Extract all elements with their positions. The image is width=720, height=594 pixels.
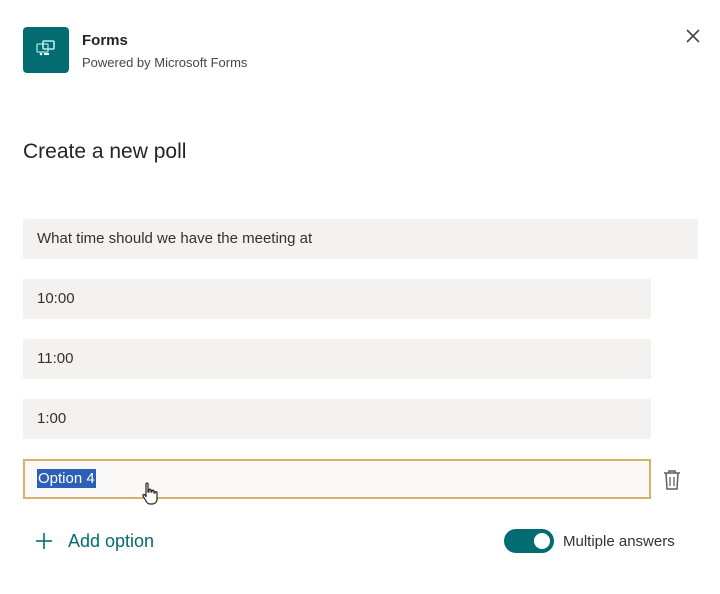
question-input[interactable]: What time should we have the meeting at [23, 219, 698, 259]
page-title: Create a new poll [23, 140, 187, 163]
close-button[interactable] [680, 23, 706, 49]
option-input-2[interactable]: 11:00 [23, 339, 651, 379]
hand-cursor-icon [142, 482, 158, 505]
forms-app-icon [23, 27, 69, 73]
option-text-2: 11:00 [37, 350, 74, 367]
add-option-button[interactable]: Add option [34, 527, 154, 555]
plus-icon [36, 533, 52, 549]
option-text-1: 10:00 [37, 290, 75, 307]
multiple-answers-setting: Multiple answers [504, 527, 675, 555]
option-input-1[interactable]: 10:00 [23, 279, 651, 319]
option-input-4[interactable]: Option 4 [23, 459, 651, 499]
option-input-3[interactable]: 1:00 [23, 399, 651, 439]
toggle-knob [534, 533, 550, 549]
multiple-answers-label: Multiple answers [563, 532, 675, 550]
app-subtitle: Powered by Microsoft Forms [82, 55, 248, 70]
add-option-label: Add option [68, 530, 155, 551]
trash-icon [664, 470, 680, 490]
delete-option-button[interactable] [661, 468, 683, 492]
multiple-answers-toggle[interactable] [504, 529, 554, 553]
close-icon [686, 29, 700, 43]
option-text-4-selected: Option 4 [37, 469, 96, 488]
create-poll-dialog: Forms Powered by Microsoft Forms Create … [0, 0, 720, 594]
forms-logo-icon [36, 40, 55, 56]
app-title: Forms [82, 32, 128, 49]
question-text: What time should we have the meeting at [37, 230, 313, 247]
option-text-3: 1:00 [37, 410, 67, 427]
